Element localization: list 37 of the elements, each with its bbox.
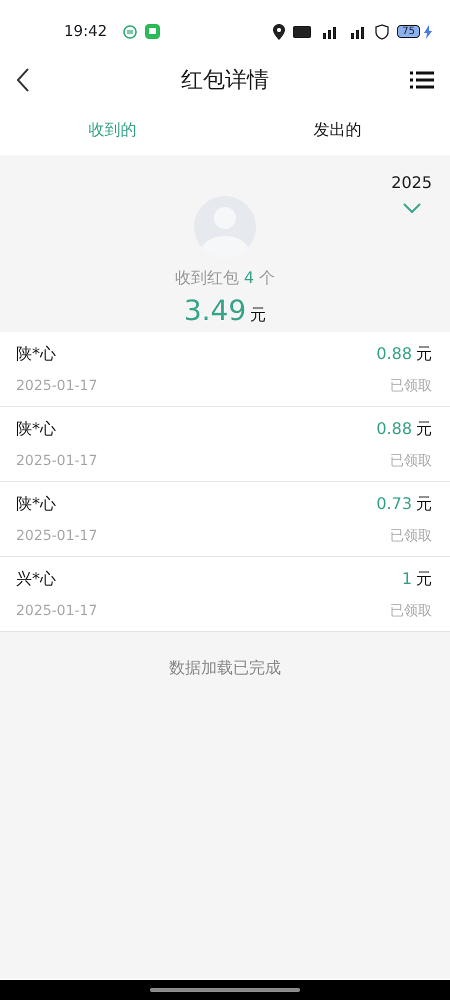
currency-unit: 元 bbox=[416, 418, 432, 440]
record-date: 2025-01-17 bbox=[16, 602, 98, 621]
tab[interactable]: 发出的 bbox=[225, 117, 450, 143]
shield-icon bbox=[375, 24, 390, 40]
sender-name: 陕*心 bbox=[16, 493, 56, 515]
record-date: 2025-01-17 bbox=[16, 452, 98, 471]
status-label: 已领取 bbox=[390, 602, 432, 621]
page-title: 红包详情 bbox=[181, 66, 269, 94]
message-icon bbox=[145, 24, 160, 39]
total-amount: 3.49 bbox=[184, 293, 246, 329]
status-label: 已领取 bbox=[390, 377, 432, 396]
amount: 1 bbox=[402, 568, 412, 590]
sender-name: 兴*心 bbox=[16, 568, 56, 590]
location-icon bbox=[273, 24, 286, 40]
currency-unit: 元 bbox=[416, 493, 432, 515]
sync-icon bbox=[123, 24, 138, 38]
back-icon[interactable] bbox=[16, 68, 30, 92]
status-label: 已领取 bbox=[390, 527, 432, 546]
amount: 0.88 bbox=[376, 418, 412, 440]
menu-icon[interactable] bbox=[410, 71, 434, 89]
amount: 0.73 bbox=[376, 493, 412, 515]
record-date: 2025-01-17 bbox=[16, 377, 98, 396]
year-label[interactable]: 2025 bbox=[391, 171, 432, 195]
chevron-down-icon[interactable] bbox=[402, 203, 421, 213]
currency-unit: 元 bbox=[250, 304, 266, 326]
amount: 0.88 bbox=[376, 343, 412, 365]
record-date: 2025-01-17 bbox=[16, 527, 98, 546]
load-complete-text: 数据加载已完成 bbox=[168, 657, 282, 679]
status-label: 已领取 bbox=[390, 452, 432, 471]
battery-icon: 75 bbox=[397, 25, 420, 38]
sender-name: 陕*心 bbox=[16, 343, 56, 365]
charging-icon bbox=[424, 24, 432, 38]
currency-unit: 元 bbox=[416, 568, 432, 590]
received-count: 收到红包 4 个 bbox=[174, 267, 276, 289]
currency-unit: 元 bbox=[416, 343, 432, 365]
sender-name: 陕*心 bbox=[16, 418, 56, 440]
clock: 19:42 bbox=[64, 21, 108, 42]
